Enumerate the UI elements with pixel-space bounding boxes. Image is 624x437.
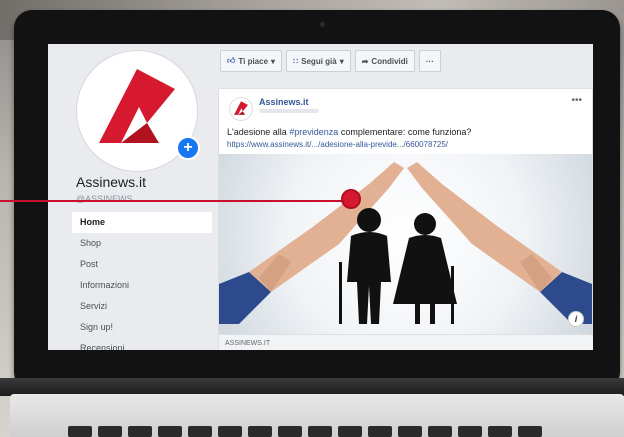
post-link[interactable]: https://www.assinews.it/.../adesione-all…: [227, 140, 448, 149]
post-text-end: complementare: come funziona?: [338, 127, 472, 137]
keyboard-key: [338, 426, 362, 437]
keyboard-key: [428, 426, 452, 437]
more-options-button[interactable]: ···: [418, 50, 441, 72]
keyboard-key: [368, 426, 392, 437]
post-card: Assinews.it ••• L'adesione alla #previde…: [218, 88, 593, 350]
sidebar-item-servizi[interactable]: Servizi: [72, 296, 212, 317]
post-timestamp-placeholder: [259, 109, 319, 113]
follow-button[interactable]: ∷ Segui già ▾: [286, 50, 351, 72]
share-button[interactable]: ➦ Condividi: [354, 50, 415, 72]
callout-line: [0, 200, 348, 202]
thumbs-up-icon: 👍︎: [227, 56, 236, 65]
post-author-name[interactable]: Assinews.it: [259, 97, 309, 107]
page-title: Assinews.it: [76, 174, 147, 190]
keyboard-key: [398, 426, 422, 437]
page-menu: Home Shop Post Informazioni Servizi Sign…: [72, 212, 212, 350]
page-action-bar: 👍︎ Ti piace ▾ ∷ Segui già ▾ ➦ Condividi …: [220, 50, 441, 72]
share-arrow-icon: ➦: [361, 56, 369, 66]
info-icon[interactable]: i: [568, 311, 584, 327]
callout-dot-icon: [341, 189, 361, 209]
hands-roof-elderly-couple-illustration: [219, 162, 592, 324]
post-text-start: L'adesione alla: [227, 127, 290, 137]
keyboard-key: [458, 426, 482, 437]
like-label: Ti piace: [238, 56, 269, 66]
keyboard-key: [278, 426, 302, 437]
sidebar-item-sign-up[interactable]: Sign up!: [72, 317, 212, 338]
link-domain: ASSINEWS.IT: [219, 334, 593, 350]
sidebar-item-recensioni[interactable]: Recensioni: [72, 338, 212, 350]
hashtag-link[interactable]: #previdenza: [289, 127, 338, 137]
camera: [320, 22, 325, 27]
share-label: Condividi: [371, 56, 408, 66]
rss-icon: ∷: [293, 56, 299, 66]
post-text: L'adesione alla #previdenza complementar…: [227, 127, 471, 137]
screen: + Assinews.it @ASSINEWS Home Shop Post I…: [48, 44, 593, 350]
add-photo-button[interactable]: +: [176, 136, 200, 160]
post-image[interactable]: [219, 154, 592, 334]
caret-down-icon: ▾: [271, 56, 276, 66]
sidebar-item-post[interactable]: Post: [72, 254, 212, 275]
page-handle: @ASSINEWS: [76, 194, 133, 204]
assinews-logo-icon: [234, 101, 248, 115]
page-sidebar: + Assinews.it @ASSINEWS Home Shop Post I…: [48, 44, 212, 350]
post-author-avatar[interactable]: [229, 97, 253, 121]
keyboard-key: [98, 426, 122, 437]
keyboard-row: [68, 426, 542, 437]
keyboard-key: [188, 426, 212, 437]
keyboard-key: [518, 426, 542, 437]
keyboard-key: [248, 426, 272, 437]
sidebar-item-home[interactable]: Home: [72, 212, 212, 233]
sidebar-item-shop[interactable]: Shop: [72, 233, 212, 254]
like-button[interactable]: 👍︎ Ti piace ▾: [220, 50, 283, 72]
keyboard-key: [488, 426, 512, 437]
caret-down-icon: ▾: [339, 56, 344, 66]
keyboard-key: [218, 426, 242, 437]
post-more-icon[interactable]: •••: [571, 95, 582, 106]
keyboard-key: [68, 426, 92, 437]
keyboard-key: [308, 426, 332, 437]
follow-label: Segui già: [301, 56, 337, 66]
sidebar-item-informazioni[interactable]: Informazioni: [72, 275, 212, 296]
keyboard-key: [128, 426, 152, 437]
keyboard-key: [158, 426, 182, 437]
